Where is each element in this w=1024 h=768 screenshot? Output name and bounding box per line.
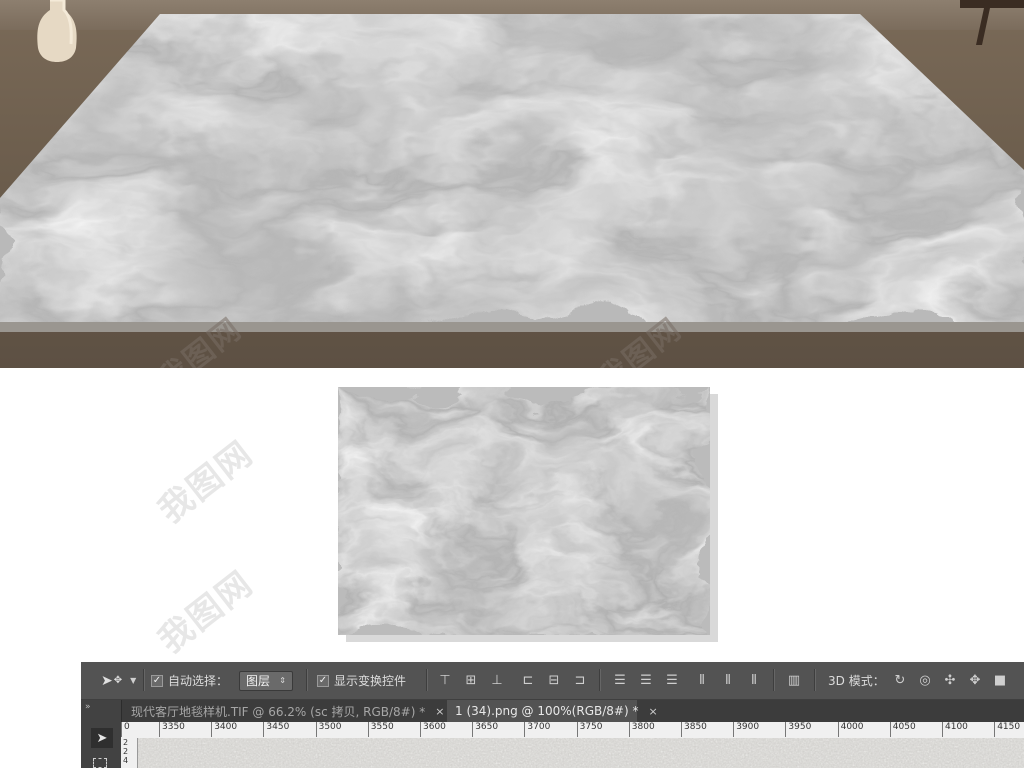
ruler-tick-label: 3600 <box>420 722 446 737</box>
move-cross-icon: ✥ <box>113 675 123 686</box>
ruler-tick-label: 3750 <box>576 722 603 737</box>
align-hcenter-icon[interactable]: ⊟ <box>545 671 563 689</box>
ruler-tick-label: 3800 <box>628 722 655 737</box>
vruler-tick-label: 4 <box>123 756 129 765</box>
chair-leg-decor <box>960 0 1024 45</box>
3d-camera-icon[interactable]: ■ <box>991 671 1009 689</box>
marble-rug <box>0 14 1024 332</box>
tools-panel: » ➤ <box>81 700 122 768</box>
document-canvas[interactable] <box>138 738 1024 768</box>
divider <box>306 669 308 691</box>
align-top-icon[interactable]: ⊤ <box>436 671 454 689</box>
checkmark-icon: ✓ <box>317 674 329 687</box>
divider <box>599 669 601 691</box>
ruler-tick-label: 0 <box>121 722 130 737</box>
ruler-tick-label: 3500 <box>315 722 342 737</box>
vertical-ruler: 224 <box>121 738 138 768</box>
distribute-vcenter-icon[interactable]: ☰ <box>637 671 655 689</box>
align-bottom-icon[interactable]: ⊥ <box>488 671 506 689</box>
close-icon[interactable]: × <box>648 705 657 718</box>
distribute-hcenter-icon[interactable]: ⫴ <box>719 671 737 689</box>
3d-pan-icon[interactable]: ✣ <box>941 671 959 689</box>
divider <box>143 669 145 691</box>
3d-slide-icon[interactable]: ✥ <box>966 671 984 689</box>
3d-roll-icon[interactable]: ◎ <box>916 671 934 689</box>
horizontal-ruler: 0 3350 3400 3450 3500 3550 3600 3650 3700 3750 380… <box>121 722 1024 739</box>
3d-rotate-icon[interactable]: ↻ <box>891 671 909 689</box>
ruler-tick-label: 4150 <box>994 722 1020 737</box>
align-left-icon[interactable]: ⊏ <box>519 671 537 689</box>
auto-select-label: 自动选择： <box>168 674 229 688</box>
marble-pattern-swatch <box>338 387 710 635</box>
vruler-tick-label: 2 <box>123 747 129 756</box>
options-bar: ➤ ✥ ▼ ✓ 自动选择： 图层 ⇕ ✓ 显示变换控件 ⊤ ⊞ ⊥ ⊏ ⊟ ⊐ … <box>81 662 1024 700</box>
vruler-tick-label: 2 <box>123 738 129 747</box>
ruler-tick-label: 4050 <box>889 722 916 737</box>
divider <box>773 669 775 691</box>
ruler-tick-label: 3450 <box>263 722 289 737</box>
panel-collapse-icon[interactable]: » <box>85 702 91 712</box>
chevron-down-icon: ▼ <box>130 676 137 685</box>
document-tab-2[interactable]: 1 (34).png @ 100%(RGB/8#) * × <box>447 700 658 722</box>
divider <box>814 669 816 691</box>
move-tool-icon[interactable]: ➤ <box>91 728 113 748</box>
distribute-left-icon[interactable]: ⫴ <box>693 671 711 689</box>
layer-select-value: 图层 <box>246 674 271 688</box>
photoshop-window: ➤ ✥ ▼ ✓ 自动选择： 图层 ⇕ ✓ 显示变换控件 ⊤ ⊞ ⊥ ⊏ ⊟ ⊐ … <box>81 662 1024 768</box>
move-arrow-icon: ➤ <box>101 672 113 689</box>
ruler-tick-label: 4100 <box>942 722 968 737</box>
distribute-top-icon[interactable]: ☰ <box>611 671 629 689</box>
watermark: 我图网 <box>151 563 262 662</box>
move-tool-preset[interactable]: ➤ ✥ ▼ <box>101 662 136 699</box>
distribute-bottom-icon[interactable]: ☰ <box>663 671 681 689</box>
align-vcenter-icon[interactable]: ⊞ <box>462 671 480 689</box>
ruler-tick-label: 3550 <box>367 722 394 737</box>
ruler-tick-label: 3950 <box>785 722 811 737</box>
ruler-tick-label: 3650 <box>472 722 498 737</box>
room-scene-image: 我图网 我图网 <box>0 0 1024 368</box>
mode-3d-label: 3D 模式： <box>828 674 885 688</box>
ruler-tick-label: 3900 <box>733 722 759 737</box>
close-icon[interactable]: × <box>435 705 444 718</box>
auto-align-icon[interactable]: ▥ <box>785 671 803 689</box>
auto-select-checkbox[interactable]: ✓ 自动选择： <box>151 662 228 699</box>
layer-select[interactable]: 图层 ⇕ <box>239 662 293 699</box>
show-transform-label: 显示变换控件 <box>334 674 407 688</box>
tab-label: 现代客厅地毯样机.TIF @ 66.2% (sc 拷贝, RGB/8#) * <box>131 704 426 719</box>
updown-arrow-icon: ⇕ <box>279 676 286 685</box>
ruler-tick-label: 3850 <box>681 722 707 737</box>
tab-label: 1 (34).png @ 100%(RGB/8#) * <box>455 704 639 718</box>
ruler-tick-label: 3350 <box>159 722 185 737</box>
ruler-tick-label: 4000 <box>837 722 864 737</box>
ruler-tick-label: 3400 <box>211 722 237 737</box>
marquee-tool-icon[interactable] <box>93 758 107 768</box>
document-tab-1[interactable]: 现代客厅地毯样机.TIF @ 66.2% (sc 拷贝, RGB/8#) * × <box>123 700 445 722</box>
distribute-right-icon[interactable]: ⫴ <box>745 671 763 689</box>
ruler-tick-label: 3700 <box>524 722 550 737</box>
vase-decor <box>37 0 77 62</box>
checkmark-icon: ✓ <box>151 674 163 687</box>
watermark: 我图网 <box>151 433 262 532</box>
show-transform-checkbox[interactable]: ✓ 显示变换控件 <box>317 662 406 699</box>
align-right-icon[interactable]: ⊐ <box>571 671 589 689</box>
divider <box>426 669 428 691</box>
document-tab-bar: 现代客厅地毯样机.TIF @ 66.2% (sc 拷贝, RGB/8#) * ×… <box>81 700 1024 722</box>
